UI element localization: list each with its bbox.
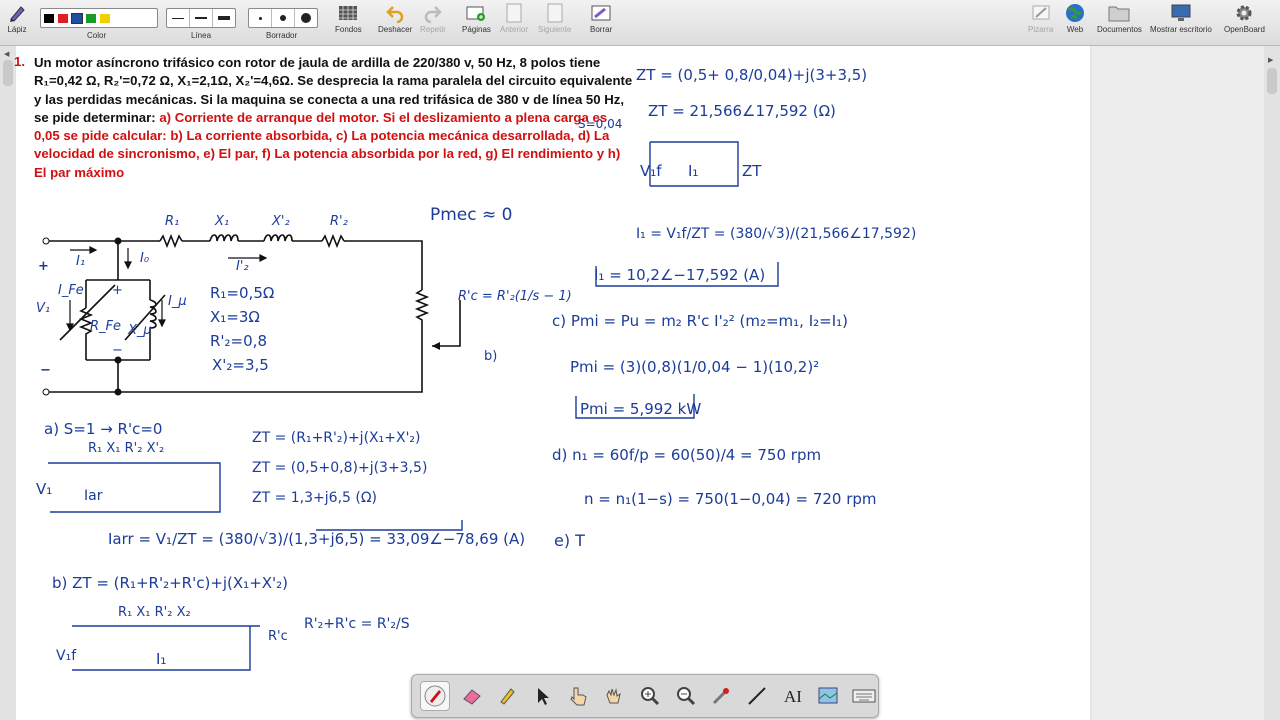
figure-label: b) xyxy=(484,349,497,364)
part-a-zt-substitution: ZT = (0,5+0,8)+j(3+3,5) xyxy=(252,460,427,476)
part-e-torque: e) T xyxy=(554,531,585,550)
part-b-labels: R₁ X₁ R'₂ X₂ xyxy=(118,605,191,620)
part-c-result: Pmi = 5,992 kW xyxy=(580,400,701,418)
r1-value: R₁=0,5Ω xyxy=(210,284,274,302)
part-a-slip: a) S=1 → R'c=0 xyxy=(44,420,162,438)
eraser-tool[interactable] xyxy=(458,682,486,710)
marker-icon xyxy=(500,688,515,705)
circuit-i1: I₁ xyxy=(688,162,698,180)
xmu-label: X_μ xyxy=(127,323,152,338)
minus-terminal: − xyxy=(40,363,51,378)
pen-tool[interactable] xyxy=(420,681,450,711)
part-a-zt-formula: ZT = (R₁+R'₂)+j(X₁+X'₂) xyxy=(252,430,421,446)
pointer-tool[interactable] xyxy=(529,682,557,710)
x1-label: X₁ xyxy=(214,214,229,229)
slip-note: S=0,04 xyxy=(578,117,622,131)
r2-label: R'₂ xyxy=(330,214,348,229)
r2-value: R'₂=0,8 xyxy=(210,332,267,350)
svg-text:AI: AI xyxy=(784,687,802,706)
text-icon: AI xyxy=(784,687,802,706)
drawing-layer: R₁ X₁ X'₂ R'₂ I₁ I₀ I'₂ I_Fe I_μ R_Fe X_… xyxy=(36,66,916,671)
part-d-rotor-speed: n = n₁(1−s) = 750(1−0,04) = 720 rpm xyxy=(584,490,877,508)
pen-tool-icon xyxy=(424,685,446,707)
part-a-start-current: Iarr = V₁/ZT = (380/√3)/(1,3+j6,5) = 33,… xyxy=(108,530,525,548)
tools-palette: AI xyxy=(411,674,879,718)
keyboard-icon xyxy=(852,689,876,703)
i2-label: I'₂ xyxy=(236,259,249,274)
part-b-v1: V₁f xyxy=(56,648,77,664)
part-d-sync-speed: d) n₁ = 60f/p = 60(50)/4 = 750 rpm xyxy=(552,446,821,464)
marker-tool[interactable] xyxy=(493,682,521,710)
arrow-pointer-icon xyxy=(537,688,549,705)
part-c-formula: c) Pmi = Pu = m₂ R'c I'₂² (m₂=m₁, I₂=I₁) xyxy=(552,312,848,330)
i1-result: I₁ = 10,2∠−17,592 (A) xyxy=(594,266,765,284)
zoom-in-icon xyxy=(640,687,660,706)
capture-icon xyxy=(818,687,838,704)
laser-tool[interactable] xyxy=(708,682,736,710)
circuit-v1: V₁f xyxy=(640,162,662,180)
hand-grab-icon xyxy=(606,688,622,704)
zoom-in-tool[interactable] xyxy=(636,682,664,710)
part-a-iar: Iar xyxy=(84,488,103,504)
grab-tool[interactable] xyxy=(600,682,628,710)
part-a-labels: R₁ X₁ R'₂ X'₂ xyxy=(88,441,164,456)
zoom-out-tool[interactable] xyxy=(672,682,700,710)
part-b-rc: R'c xyxy=(268,629,288,644)
circuit-zt: ZT xyxy=(742,162,762,180)
x2-value: X'₂=3,5 xyxy=(212,356,269,374)
rfe-label: R_Fe xyxy=(90,319,121,334)
pmec-note: Pmec ≈ 0 xyxy=(430,205,513,225)
part-a-v1: V₁ xyxy=(36,480,52,498)
plus-node: + xyxy=(112,283,123,298)
capture-tool[interactable] xyxy=(815,682,843,710)
i1-formula: I₁ = V₁f/ZT = (380/√3)/(21,566∠17,592) xyxy=(636,226,916,242)
x1-value: X₁=3Ω xyxy=(210,308,260,326)
laser-pointer-icon xyxy=(713,688,730,705)
hand-pointer-tool[interactable] xyxy=(565,682,593,710)
x2-label: X'₂ xyxy=(271,214,290,229)
part-a-zt-result: ZT = 1,3+j6,5 (Ω) xyxy=(252,490,377,506)
text-tool[interactable]: AI xyxy=(779,682,807,710)
rc-label: R'c = R'₂(1/s − 1) xyxy=(458,289,572,304)
minus-node: − xyxy=(112,343,123,358)
zt-polar: ZT = 21,566∠17,592 (Ω) xyxy=(648,102,836,120)
imu-label: I_μ xyxy=(168,294,187,309)
zt-substitution: ZT = (0,5+ 0,8/0,04)+j(3+3,5) xyxy=(636,66,867,84)
line-icon xyxy=(748,687,766,705)
v1-label: V₁ xyxy=(36,301,50,316)
i1-label: I₁ xyxy=(76,254,85,269)
i0-label: I₀ xyxy=(140,251,150,266)
zoom-out-icon xyxy=(676,687,695,706)
eraser-icon xyxy=(462,689,481,705)
part-b-zt-formula: b) ZT = (R₁+R'₂+R'c)+j(X₁+X'₂) xyxy=(52,574,288,592)
part-b-i1: I₁ xyxy=(156,650,166,668)
part-b-equivalence: R'₂+R'c = R'₂/S xyxy=(304,616,410,632)
line-tool[interactable] xyxy=(743,682,771,710)
hand-pointer-icon xyxy=(569,687,587,706)
keyboard-tool[interactable] xyxy=(850,682,878,710)
part-c-calculation: Pmi = (3)(0,8)(1/0,04 − 1)(10,2)² xyxy=(570,358,819,376)
plus-terminal: + xyxy=(38,259,49,274)
ife-label: I_Fe xyxy=(58,283,84,298)
r1-label: R₁ xyxy=(165,214,179,229)
